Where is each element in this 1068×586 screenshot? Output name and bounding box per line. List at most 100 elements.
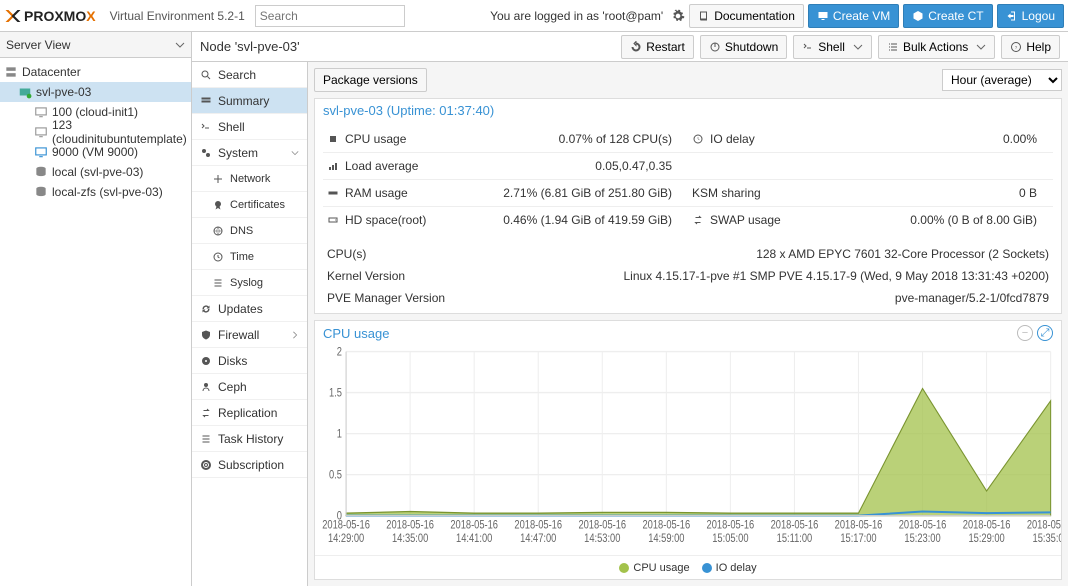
- vm-icon: [34, 105, 48, 119]
- nav-disks[interactable]: Disks: [192, 348, 307, 374]
- nav-label: Time: [230, 251, 254, 263]
- svg-text:2018-05-16: 2018-05-16: [1027, 519, 1061, 532]
- summary-content: Package versions Hour (average) svl-pve-…: [308, 62, 1068, 586]
- ksm-value: 0 B: [808, 186, 1049, 200]
- support-icon: [200, 459, 212, 471]
- sub-navigation: Search Summary Shell System Network Cert…: [192, 62, 308, 586]
- nav-label: Updates: [218, 302, 263, 316]
- load-label: Load average: [345, 159, 455, 173]
- refresh-icon: [200, 303, 212, 315]
- hd-label: HD space(root): [345, 213, 455, 227]
- cpu-icon: [327, 133, 339, 145]
- hd-value: 0.46% (1.94 GiB of 419.59 GiB): [461, 213, 684, 227]
- left-pane: Server View Datacenter svl-pve-03 100 (c…: [0, 32, 192, 586]
- nav-time[interactable]: Time: [192, 244, 307, 270]
- svg-text:15:23:00: 15:23:00: [904, 532, 940, 545]
- disk-icon: [200, 355, 212, 367]
- create-vm-button[interactable]: Create VM: [808, 4, 899, 28]
- tree-label: 100 (cloud-init1): [52, 105, 138, 119]
- nav-ceph[interactable]: Ceph: [192, 374, 307, 400]
- nav-subscription[interactable]: Subscription: [192, 452, 307, 478]
- logout-label: Logou: [1022, 9, 1055, 23]
- nav-summary[interactable]: Summary: [192, 88, 307, 114]
- package-versions-button[interactable]: Package versions: [314, 68, 427, 92]
- help-icon: ?: [1010, 41, 1022, 53]
- nav-shell[interactable]: Shell: [192, 114, 307, 140]
- restart-label: Restart: [646, 40, 685, 54]
- bulk-actions-button[interactable]: Bulk Actions: [878, 35, 995, 59]
- nav-label: Search: [218, 68, 256, 82]
- nav-label: Task History: [218, 432, 283, 446]
- create-ct-button[interactable]: Create CT: [903, 4, 992, 28]
- timeframe-select[interactable]: Hour (average): [942, 69, 1062, 91]
- nav-system[interactable]: System: [192, 140, 307, 166]
- chart-expand-button[interactable]: ⤢: [1037, 325, 1053, 341]
- nav-label: Replication: [218, 406, 277, 420]
- nav-syslog[interactable]: Syslog: [192, 270, 307, 296]
- nav-replication[interactable]: Replication: [192, 400, 307, 426]
- nav-task-history[interactable]: Task History: [192, 426, 307, 452]
- documentation-button[interactable]: Documentation: [689, 4, 804, 28]
- network-icon: [212, 173, 224, 185]
- chevron-down-icon: [175, 40, 185, 50]
- svg-text:2018-05-16: 2018-05-16: [386, 519, 434, 532]
- legend-label: CPU usage: [633, 562, 689, 574]
- nav-label: Network: [230, 173, 270, 185]
- search-input[interactable]: [255, 5, 405, 27]
- nav-network[interactable]: Network: [192, 166, 307, 192]
- kernel-value: Linux 4.15.17-1-pve #1 SMP PVE 4.15.17-9…: [467, 269, 1049, 283]
- shutdown-button[interactable]: Shutdown: [700, 35, 787, 59]
- gear-icon[interactable]: [671, 9, 685, 23]
- chart-collapse-button[interactable]: −: [1017, 325, 1033, 341]
- tree-node-svl-pve-03[interactable]: svl-pve-03: [0, 82, 191, 102]
- svg-text:2018-05-16: 2018-05-16: [322, 519, 370, 532]
- replication-icon: [200, 407, 212, 419]
- tree-vm-123[interactable]: 123 (cloudinitubuntutemplate): [0, 122, 191, 142]
- chart-body: 00.511.522018-05-1614:29:002018-05-1614:…: [315, 345, 1061, 555]
- swap-value: 0.00% (0 B of 8.00 GiB): [826, 213, 1049, 227]
- shell-button[interactable]: Shell: [793, 35, 872, 59]
- tree-label: svl-pve-03: [36, 85, 91, 99]
- ram-value: 2.71% (6.81 GiB of 251.80 GiB): [461, 186, 684, 200]
- nav-label: Summary: [218, 94, 269, 108]
- brand-x: X: [86, 8, 95, 24]
- tree-label: 123 (cloudinitubuntutemplate): [52, 118, 187, 146]
- legend-cpu: CPU usage: [619, 562, 689, 574]
- logout-button[interactable]: Logou: [997, 4, 1064, 28]
- nav-firewall[interactable]: Firewall: [192, 322, 307, 348]
- status-title: svl-pve-03 (Uptime: 01:37:40): [315, 99, 1061, 122]
- chart-legend: CPU usage IO delay: [315, 555, 1061, 579]
- vm-icon: [34, 145, 48, 159]
- svg-text:2018-05-16: 2018-05-16: [578, 519, 626, 532]
- nav-updates[interactable]: Updates: [192, 296, 307, 322]
- pve-label: PVE Manager Version: [327, 291, 467, 305]
- legend-io: IO delay: [702, 562, 757, 574]
- tree-label: Datacenter: [22, 65, 81, 79]
- top-header: PROXMOX Virtual Environment 5.2-1 You ar…: [0, 0, 1068, 32]
- restart-button[interactable]: Restart: [621, 35, 694, 59]
- help-button[interactable]: ?Help: [1001, 35, 1060, 59]
- bars-icon: [327, 160, 339, 172]
- nav-dns[interactable]: DNS: [192, 218, 307, 244]
- tree-storage-local[interactable]: local (svl-pve-03): [0, 162, 191, 182]
- nav-search[interactable]: Search: [192, 62, 307, 88]
- tree-storage-local-zfs[interactable]: local-zfs (svl-pve-03): [0, 182, 191, 202]
- view-selector[interactable]: Server View: [0, 32, 191, 58]
- certificate-icon: [212, 199, 224, 211]
- pve-value: pve-manager/5.2-1/0fcd7879: [467, 291, 1049, 305]
- tree-label: local-zfs (svl-pve-03): [52, 185, 163, 199]
- chevron-down-icon: [291, 149, 299, 157]
- nav-certificates[interactable]: Certificates: [192, 192, 307, 218]
- logout-icon: [1006, 10, 1018, 22]
- search-icon: [200, 69, 212, 81]
- svg-text:?: ?: [1015, 45, 1018, 50]
- ceph-icon: [200, 381, 212, 393]
- tree-datacenter[interactable]: Datacenter: [0, 62, 191, 82]
- shutdown-label: Shutdown: [725, 40, 778, 54]
- globe-icon: [212, 225, 224, 237]
- refresh-icon: [630, 41, 642, 53]
- svg-text:0.5: 0.5: [329, 469, 342, 482]
- dot-icon: [619, 563, 629, 573]
- svg-text:14:29:00: 14:29:00: [328, 532, 364, 545]
- nav-label: Certificates: [230, 199, 285, 211]
